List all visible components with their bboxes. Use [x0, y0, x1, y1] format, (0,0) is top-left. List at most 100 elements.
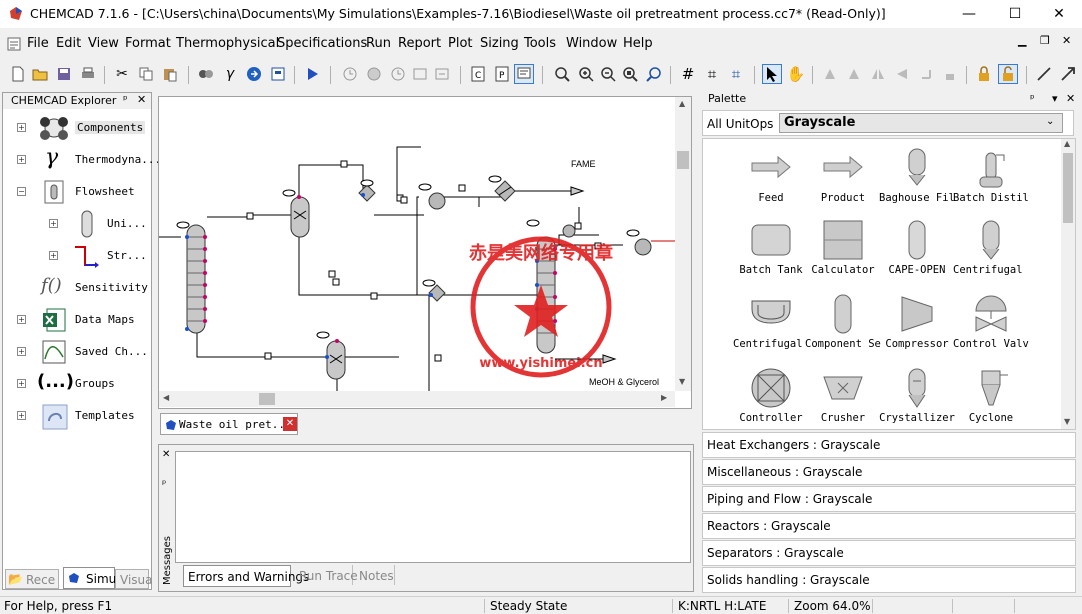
zoom-in-icon[interactable] — [576, 64, 596, 84]
calculator-toolbar-icon[interactable] — [268, 64, 288, 84]
palette-item-control-valve[interactable]: Control Valve — [953, 293, 1029, 350]
align-grid-icon[interactable]: ⌗ — [726, 64, 746, 84]
tab-errors-and-warnings[interactable]: Errors and Warnings — [183, 565, 309, 587]
palette-item-compressor[interactable]: Compressor — [879, 293, 955, 350]
lock-icon[interactable] — [974, 64, 994, 84]
doc-restore-button[interactable]: ❐ — [1040, 34, 1050, 47]
minimize-button[interactable]: — — [946, 0, 992, 28]
components-toolbar-icon[interactable] — [196, 64, 216, 84]
menu-view[interactable]: View — [88, 36, 119, 51]
step-back-icon[interactable] — [432, 64, 452, 84]
expand-icon[interactable]: + — [17, 123, 26, 132]
palette-pin-icon[interactable]: ᵖ — [1030, 92, 1035, 105]
menu-report[interactable]: Report — [398, 36, 441, 51]
scroll-left-icon[interactable]: ◀ — [163, 393, 169, 402]
category-piping-and-flow[interactable]: Piping and Flow : Grayscale — [702, 486, 1076, 512]
paste-icon[interactable] — [160, 64, 180, 84]
palette-item-cyclone[interactable]: Cyclone — [953, 367, 1029, 424]
expand-icon[interactable]: + — [17, 379, 26, 388]
save-icon[interactable] — [54, 64, 74, 84]
palette-item-centrifugal-sedimentation[interactable]: Centrifugal Sedimentation — [733, 293, 809, 350]
grayscale-dropdown[interactable]: Grayscale ⌄ — [779, 113, 1063, 133]
align-bottom-icon[interactable] — [940, 64, 960, 84]
category-separators[interactable]: Separators : Grayscale — [702, 540, 1076, 566]
menu-format[interactable]: Format — [125, 36, 171, 51]
category-reactors[interactable]: Reactors : Grayscale — [702, 513, 1076, 539]
close-button[interactable]: ✕ — [1036, 0, 1082, 28]
open-folder-icon[interactable] — [30, 64, 50, 84]
palette-scroll-up-icon[interactable]: ▲ — [1064, 139, 1070, 148]
zoom-out-icon[interactable] — [598, 64, 618, 84]
palette-scrollbar[interactable]: ▲ ▼ — [1061, 139, 1075, 429]
palette-item-batch-distillation[interactable]: Batch Distillation — [953, 147, 1029, 204]
menu-plot[interactable]: Plot — [448, 36, 473, 51]
menu-thermophysical[interactable]: Thermophysical — [176, 36, 279, 51]
palette-item-cape-open[interactable]: CAPE-OPEN — [879, 219, 955, 276]
rotate-icon[interactable] — [820, 64, 840, 84]
expand-icon[interactable]: + — [49, 219, 58, 228]
palette-close-icon[interactable]: ✕ — [1066, 92, 1075, 105]
snap-grid-icon[interactable]: ⌗ — [702, 64, 722, 84]
scroll-up-icon[interactable]: ▲ — [679, 99, 685, 108]
menu-file[interactable]: File — [27, 36, 49, 51]
print-icon[interactable] — [78, 64, 98, 84]
menu-sizing[interactable]: Sizing — [480, 36, 519, 51]
step-icon[interactable] — [410, 64, 430, 84]
palette-item-crusher[interactable]: Crusher — [805, 367, 881, 424]
align-left-icon[interactable] — [916, 64, 936, 84]
zoom-icon[interactable] — [552, 64, 572, 84]
pan-hand-icon[interactable]: ✋ — [786, 64, 806, 84]
clock-icon[interactable] — [340, 64, 360, 84]
time-icon[interactable] — [388, 64, 408, 84]
horizontal-scrollbar[interactable]: ◀ ▶ — [159, 391, 675, 407]
tab-recent[interactable]: 📂 Rece — [5, 569, 59, 589]
flip-vertical-icon[interactable] — [868, 64, 888, 84]
draw-line-icon[interactable] — [1034, 64, 1054, 84]
explorer-pin-icon[interactable]: ᵖ — [123, 93, 128, 106]
expand-icon[interactable]: + — [49, 251, 58, 260]
flowsheet-canvas[interactable]: FAME MeOH & Glycerol 赤是美网络专用章 www.yishim… — [158, 96, 692, 409]
palette-item-batch-tank[interactable]: Batch Tank — [733, 219, 809, 276]
tab-simulation[interactable]: Simu — [63, 567, 116, 589]
select-pointer-icon[interactable] — [762, 64, 782, 84]
flip-horizontal-icon[interactable] — [892, 64, 912, 84]
chevron-down-icon[interactable]: ⌄ — [1046, 116, 1054, 127]
messages-close-icon[interactable]: ✕ — [162, 449, 170, 460]
palette-item-centrifugal-filter[interactable]: Centrifugal Filter — [953, 219, 1029, 276]
run-play-icon[interactable] — [302, 64, 322, 84]
report-c-icon[interactable]: C — [468, 64, 488, 84]
menu-help[interactable]: Help — [623, 36, 653, 51]
report-p-icon[interactable]: P — [492, 64, 512, 84]
palette-item-controller[interactable]: Controller — [733, 367, 809, 424]
document-icon[interactable] — [6, 36, 22, 52]
messages-pin-icon[interactable]: ᵖ — [162, 479, 166, 490]
palette-item-feed[interactable]: Feed — [733, 147, 809, 204]
palette-scroll-down-icon[interactable]: ▼ — [1064, 417, 1070, 426]
new-file-icon[interactable] — [8, 64, 28, 84]
copy-icon[interactable] — [136, 64, 156, 84]
palette-item-product[interactable]: Product — [805, 147, 881, 204]
menu-edit[interactable]: Edit — [56, 36, 81, 51]
menu-tools[interactable]: Tools — [524, 36, 556, 51]
palette-item-calculator[interactable]: Calculator — [805, 219, 881, 276]
tab-close-icon[interactable]: ✕ — [283, 417, 297, 431]
rotate-left-icon[interactable] — [844, 64, 864, 84]
grid-icon[interactable]: # — [678, 64, 698, 84]
menu-window[interactable]: Window — [566, 36, 617, 51]
zoom-fit-icon[interactable] — [620, 64, 640, 84]
dynamic-clock-icon[interactable] — [364, 64, 384, 84]
tab-visual[interactable]: Visua — [115, 569, 153, 589]
run-arrow-circle-icon[interactable] — [244, 64, 264, 84]
draw-arrow-icon[interactable] — [1058, 64, 1078, 84]
thermodynamics-toolbar-icon[interactable]: γ — [220, 64, 240, 84]
menu-specifications[interactable]: Specifications — [277, 36, 367, 51]
vertical-scrollbar[interactable]: ▲ ▼ — [675, 97, 691, 391]
palette-menu-icon[interactable]: ▾ — [1052, 92, 1058, 105]
palette-item-baghouse-filter[interactable]: Baghouse Filter — [879, 147, 955, 204]
expand-icon[interactable]: + — [17, 411, 26, 420]
scroll-right-icon[interactable]: ▶ — [661, 393, 667, 402]
category-solids-handling[interactable]: Solids handling : Grayscale — [702, 567, 1076, 593]
cut-icon[interactable]: ✂ — [112, 64, 132, 84]
unlock-icon[interactable] — [998, 64, 1018, 84]
palette-scroll-thumb[interactable] — [1063, 153, 1073, 223]
